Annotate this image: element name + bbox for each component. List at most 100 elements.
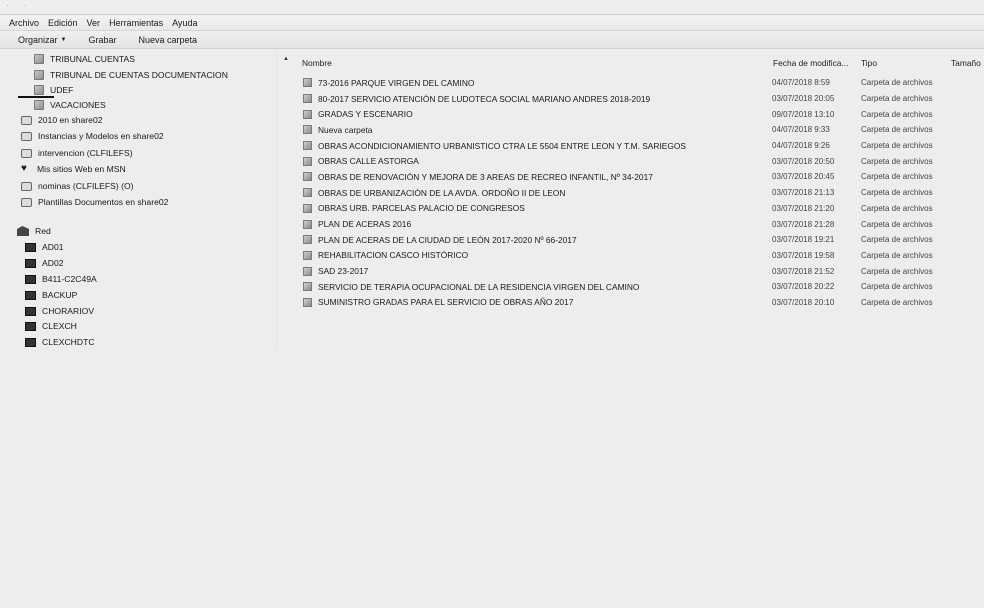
folder-icon [303,125,312,135]
folder-icon [303,109,312,119]
nav-computer-clexchdtc[interactable]: CLEXCHDTC [25,335,95,349]
file-type: Carpeta de archivos [861,125,933,135]
list-item[interactable]: REHABILITACION CASCO HISTÓRICO 03/07/2018… [300,248,984,264]
command-bar: Organizar ▼ Grabar Nueva carpeta [0,31,984,49]
file-type: Carpeta de archivos [861,203,933,213]
list-item[interactable]: PLAN DE ACERAS 2016 03/07/2018 21:28 Carpe… [300,216,984,232]
burn-button[interactable]: Grabar [88,35,116,45]
folder-icon [303,266,312,276]
nav-network[interactable]: Red [17,224,51,238]
nav-computer-ad01[interactable]: AD01 [25,240,64,254]
column-header-type[interactable]: Tipo [861,58,877,68]
list-item[interactable]: SAD 23-2017 03/07/2018 21:52 Carpeta de ar… [300,263,984,279]
list-item[interactable]: Nueva carpeta 04/07/2018 9:33 Carpeta de a… [300,122,984,138]
nav-folder-label: TRIBUNAL DE CUENTAS DOCUMENTACION [50,70,228,80]
file-name: 80-2017 SERVICIO ATENCIÓN DE LUDOTECA SO… [318,93,651,104]
file-name: GRADAS Y ESCENARIO [318,109,413,120]
nav-folder-label: TRIBUNAL CUENTAS [50,54,135,64]
file-date: 04/07/2018 9:26 [772,141,830,151]
menu-edicion[interactable]: Edición [48,18,78,28]
network-icon [17,226,29,236]
nav-folder-label: UDEF [50,85,74,95]
list-item[interactable]: SERVICIO DE TERAPIA OCUPACIONAL DE LA RE… [300,279,984,295]
file-name: REHABILITACION CASCO HISTÓRICO [318,250,469,261]
file-date: 03/07/2018 19:21 [772,235,835,245]
file-name: OBRAS DE URBANIZACIÓN DE LA AVDA. ORDOÑO… [318,187,566,198]
network-drive-icon [21,115,32,125]
nav-computer-label: CHORARIOV [42,306,95,316]
nav-folder-udef[interactable]: UDEF [34,83,73,97]
nav-computer-chorariov[interactable]: CHORARIOV [25,304,94,318]
file-name: SUMINISTRO GRADAS PARA EL SERVICIO DE OB… [318,297,574,308]
list-item[interactable]: PLAN DE ACERAS DE LA CIUDAD DE LEÓN 2017… [300,232,984,248]
pane-splitter[interactable] [276,50,277,350]
nav-folder-tribunal-cuentas-documentacion[interactable]: TRIBUNAL DE CUENTAS DOCUMENTACION [34,68,228,82]
menu-bar: Archivo Edición Ver Herramientas Ayuda [0,14,984,31]
window-controls[interactable]: · · [6,1,32,10]
file-date: 03/07/2018 21:28 [772,219,835,229]
file-type: Carpeta de archivos [861,297,933,307]
column-header-size[interactable]: Tamaño [951,58,981,68]
file-type: Carpeta de archivos [861,266,933,276]
file-type: Carpeta de archivos [861,219,933,229]
nav-location-label: intervencion (CLFILEFS) [38,148,133,158]
organize-button[interactable]: Organizar ▼ [18,35,66,45]
nav-location-plantillas[interactable]: Plantillas Documentos en share02 [21,195,168,209]
new-folder-button[interactable]: Nueva carpeta [138,35,197,45]
file-name: SERVICIO DE TERAPIA OCUPACIONAL DE LA RE… [318,281,640,292]
file-date: 03/07/2018 20:10 [772,297,835,307]
nav-location-2010[interactable]: 2010 en share02 [21,113,103,127]
folder-icon [303,78,312,88]
nav-folder-vacaciones[interactable]: VACACIONES [34,98,106,112]
file-type: Carpeta de archivos [861,250,933,260]
menu-ayuda[interactable]: Ayuda [172,18,197,28]
folder-icon [303,188,312,198]
nav-location-instancias[interactable]: Instancias y Modelos en share02 [21,129,164,143]
list-item[interactable]: OBRAS ACONDICIONAMIENTO URBANISTICO CTRA… [300,138,984,154]
nav-location-label: nominas (CLFILEFS) (O) [38,181,134,191]
nav-location-label: Instancias y Modelos en share02 [38,131,164,141]
file-type: Carpeta de archivos [861,94,933,104]
nav-computer-backup[interactable]: BACKUP [25,288,77,302]
nav-computer-label: B411-C2C49A [42,274,97,284]
list-item[interactable]: SUMINISTRO GRADAS PARA EL SERVICIO DE OB… [300,295,984,311]
nav-folder-tribunal-cuentas[interactable]: TRIBUNAL CUENTAS [34,52,135,66]
file-name: OBRAS ACONDICIONAMIENTO URBANISTICO CTRA… [318,140,686,151]
list-item[interactable]: OBRAS URB. PARCELAS PALACIO DE CONGRESOS… [300,201,984,217]
column-header-name[interactable]: Nombre [302,58,332,68]
file-type: Carpeta de archivos [861,141,933,151]
list-item[interactable]: GRADAS Y ESCENARIO 09/07/2018 13:10 Carpet… [300,106,984,122]
nav-location-nominas[interactable]: nominas (CLFILEFS) (O) [21,179,134,193]
network-drive-icon [21,181,32,191]
column-header-date[interactable]: Fecha de modifica... [773,58,848,68]
nav-computer-clexch[interactable]: CLEXCH [25,319,77,333]
list-item[interactable]: 73-2016 PARQUE VIRGEN DEL CAMINO 04/07/20… [300,75,984,91]
list-item[interactable]: OBRAS DE URBANIZACIÓN DE LA AVDA. ORDOÑO… [300,185,984,201]
list-item[interactable]: OBRAS CALLE ASTORGA 03/07/2018 20:50 Carpe… [300,153,984,169]
column-header-row: Nombre Fecha de modifica... Tipo Tamaño [290,55,984,70]
computer-icon [25,258,36,268]
file-date: 03/07/2018 21:13 [772,188,835,198]
nav-location-msn[interactable]: ♥ Mis sitios Web en MSN [21,162,126,176]
nav-computer-b411[interactable]: B411-C2C49A [25,272,97,286]
file-date: 03/07/2018 20:22 [772,282,835,292]
file-date: 03/07/2018 21:20 [772,203,835,213]
menu-ver[interactable]: Ver [87,18,101,28]
menu-herramientas[interactable]: Herramientas [109,18,163,28]
file-type: Carpeta de archivos [861,188,933,198]
menu-archivo[interactable]: Archivo [9,18,39,28]
file-name: OBRAS CALLE ASTORGA [318,156,419,167]
list-item[interactable]: 80-2017 SERVICIO ATENCIÓN DE LUDOTECA SO… [300,91,984,107]
file-name: OBRAS URB. PARCELAS PALACIO DE CONGRESOS [318,203,525,214]
folder-icon [34,54,44,64]
file-type: Carpeta de archivos [861,78,933,88]
nav-folder-label: VACACIONES [50,100,106,110]
file-date: 03/07/2018 21:52 [772,266,835,276]
nav-location-intervencion[interactable]: intervencion (CLFILEFS) [21,146,133,160]
list-item[interactable]: OBRAS DE RENOVACIÓN Y MEJORA DE 3 AREAS … [300,169,984,185]
file-name: OBRAS DE RENOVACIÓN Y MEJORA DE 3 AREAS … [318,171,653,182]
burn-label: Grabar [88,34,117,45]
organize-label: Organizar [18,34,58,45]
nav-computer-ad02[interactable]: AD02 [25,256,64,270]
file-name: PLAN DE ACERAS DE LA CIUDAD DE LEÓN 2017… [318,234,577,245]
